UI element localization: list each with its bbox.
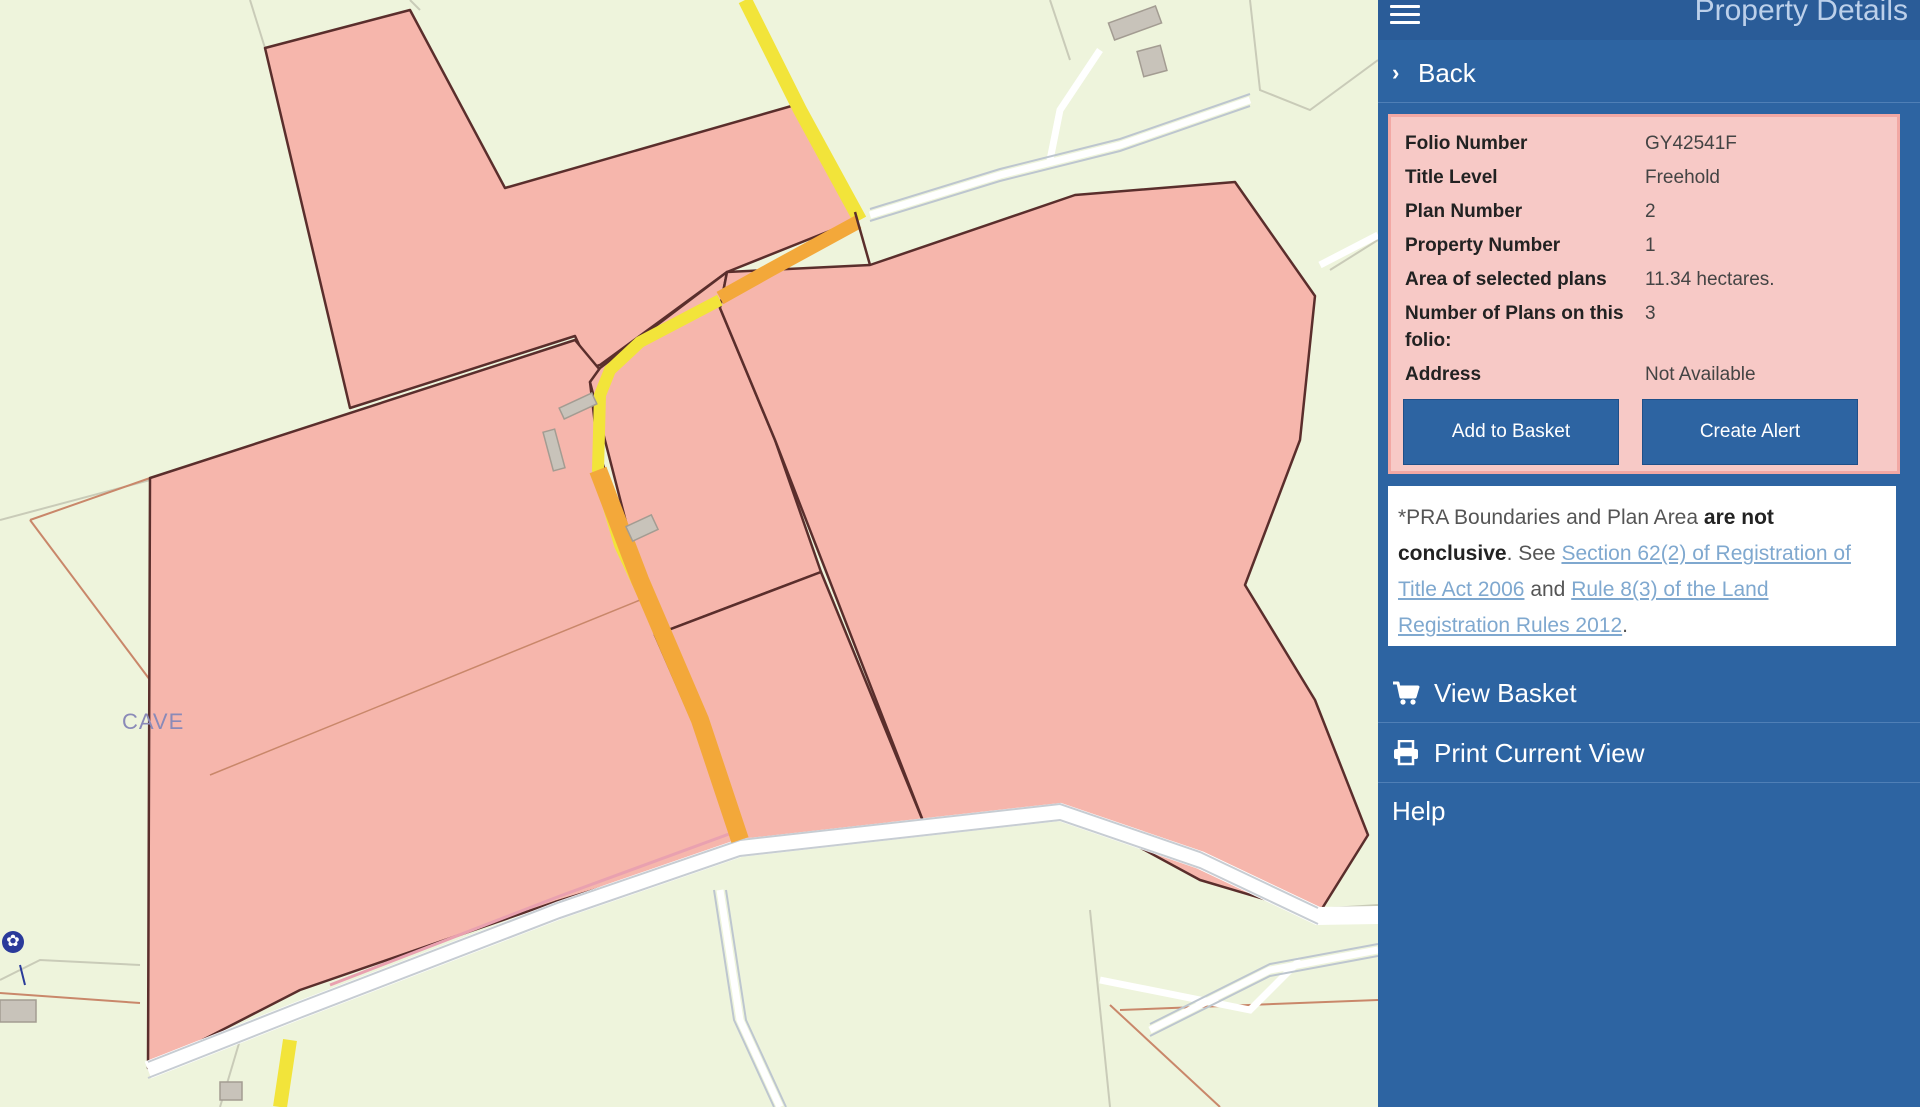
detail-label-plan-number: Plan Number: [1405, 201, 1523, 222]
detail-value-plan-number: 2: [1645, 201, 1656, 222]
detail-label-title-level: Title Level: [1405, 167, 1498, 188]
property-details-panel: Property Details › Back Folio Number GY4…: [1378, 0, 1920, 1107]
panel-title: Property Details: [1694, 0, 1908, 27]
print-icon: [1394, 740, 1418, 766]
map-layer[interactable]: [0, 0, 1378, 1107]
detail-label-address: Address: [1405, 364, 1482, 385]
detail-value-property-number: 1: [1645, 235, 1656, 256]
boundary-notice: *PRA Boundaries and Plan Area are not co…: [1388, 486, 1896, 646]
help-link[interactable]: Help: [1392, 796, 1445, 827]
add-to-basket-button[interactable]: Add to Basket: [1403, 399, 1619, 465]
detail-label-folio-number: Folio Number: [1405, 133, 1528, 154]
property-details-box: Folio Number GY42541F Title Level Freeho…: [1388, 114, 1900, 474]
chevron-right-icon: ›: [1392, 60, 1400, 85]
back-label: Back: [1418, 58, 1476, 88]
notice-suffix: .: [1622, 614, 1628, 637]
notice-prefix: *PRA Boundaries and Plan Area: [1398, 506, 1699, 529]
create-alert-button[interactable]: Create Alert: [1642, 399, 1858, 465]
map-canvas[interactable]: CAVE ✿: [0, 0, 1378, 1107]
print-current-view-button[interactable]: Print Current View: [1378, 724, 1920, 783]
back-button[interactable]: › Back: [1378, 46, 1920, 103]
cart-icon: [1393, 681, 1420, 705]
detail-value-number-of-plans: 3: [1645, 303, 1656, 324]
print-current-view-label: Print Current View: [1434, 738, 1645, 768]
detail-label-number-of-plans: Number of Plans on this folio:: [1405, 303, 1624, 351]
detail-value-address: Not Available: [1645, 364, 1756, 385]
view-basket-label: View Basket: [1434, 678, 1577, 708]
view-basket-button[interactable]: View Basket: [1378, 664, 1920, 723]
detail-label-area: Area of selected plans: [1405, 269, 1607, 290]
location-marker-icon[interactable]: ✿: [2, 931, 24, 953]
notice-and: and: [1530, 578, 1566, 601]
detail-value-title-level: Freehold: [1645, 167, 1720, 188]
detail-label-property-number: Property Number: [1405, 235, 1561, 256]
menu-icon[interactable]: [1390, 0, 1420, 24]
detail-value-area: 11.34 hectares.: [1645, 269, 1775, 290]
detail-value-folio-number: GY42541F: [1645, 133, 1737, 154]
notice-see: . See: [1506, 542, 1556, 565]
map-place-label: CAVE: [122, 709, 185, 734]
panel-header: Property Details: [1378, 0, 1920, 40]
